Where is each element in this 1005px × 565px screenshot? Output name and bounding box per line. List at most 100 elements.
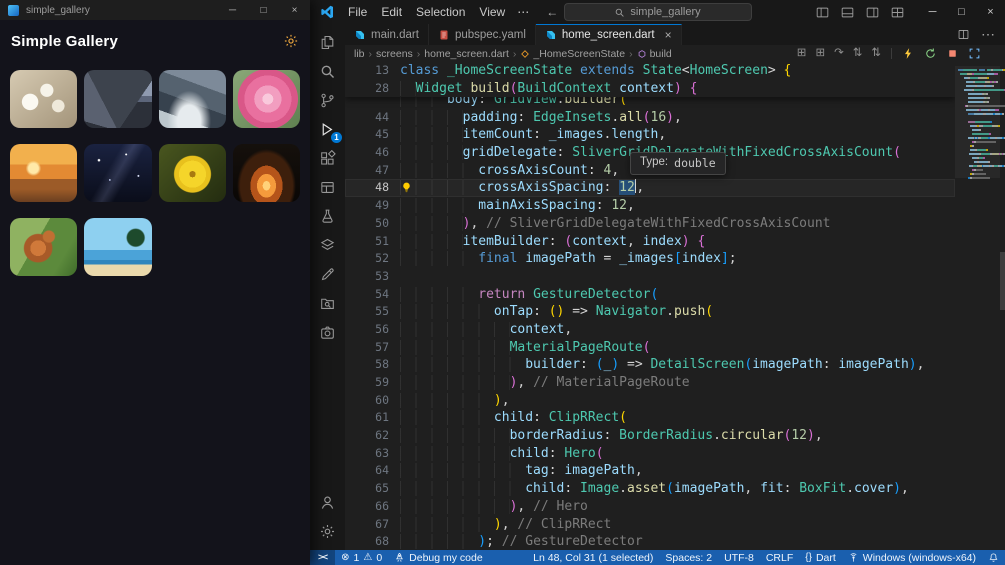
device-selector[interactable]: Windows (windows-x64) [842,550,982,565]
editor-action-icon[interactable]: ⊞ [797,47,807,60]
tab-pubspec.yaml[interactable]: pubspec.yaml [428,24,536,45]
editor-action-icon[interactable]: ⇅ [853,47,863,60]
gallery-image-palm-beach[interactable] [84,218,152,276]
nav-back-icon[interactable]: ← [546,5,558,19]
menu-selection[interactable]: Selection [409,2,472,22]
code-line[interactable]: 63 child: Hero( [345,445,955,463]
debug-task-button[interactable]: Debug my code [388,550,489,565]
gallery-image-campfire[interactable] [232,144,300,202]
activity-explorer[interactable] [310,28,345,57]
menu-overflow-button[interactable]: ⋯ [512,2,534,22]
language-status[interactable]: {} Dart [799,550,842,565]
gallery-image-road[interactable] [84,70,152,128]
tab-main.dart[interactable]: main.dart [345,24,429,45]
activity-extensions[interactable] [310,144,345,173]
breadcrumb-item-build[interactable]: build [637,48,672,60]
activity-table[interactable] [310,173,345,202]
code-line[interactable]: 28 Widget build(BuildContext context) { [345,80,955,98]
code-line[interactable]: 61 child: ClipRRect( [345,409,955,427]
code-line[interactable]: 65 child: Image.asset(imagePath, fit: Bo… [345,480,955,498]
code-line[interactable]: 64 tag: imagePath, [345,462,955,480]
app-minimize-button[interactable]: ─ [217,0,248,20]
scrollbar-thumb[interactable] [1000,252,1005,310]
eol-status[interactable]: CRLF [760,550,799,565]
hot-reload-icon[interactable] [902,47,915,60]
encoding-status[interactable]: UTF-8 [718,550,760,565]
menu-view[interactable]: View [472,2,512,22]
close-button[interactable]: × [976,0,1005,24]
code-line[interactable]: 51 itemBuilder: (context, index) { [345,233,955,251]
code-line[interactable]: 55 onTap: () => Navigator.push( [345,303,955,321]
code-line[interactable]: 58 builder: (_) => DetailScreen(imagePat… [345,356,955,374]
activity-account[interactable] [310,488,345,517]
app-close-button[interactable]: × [279,0,310,20]
toggle-panel-icon[interactable] [840,5,855,20]
code-line[interactable]: 66 ), // Hero [345,498,955,516]
activity-source-control[interactable] [310,86,345,115]
gallery-image-pink-rose[interactable] [232,70,300,128]
gallery-image-sunset-beach[interactable] [10,144,78,202]
breadcrumb-item-_HomeScreenState[interactable]: _HomeScreenState [520,48,625,60]
code-line[interactable]: 45 itemCount: _images.length, [345,126,955,144]
settings-gear-icon[interactable] [283,33,299,49]
code-line[interactable]: 52 final imagePath = _images[index]; [345,250,955,268]
problems-status[interactable]: ⊗ 1 ⚠ 0 [335,550,388,565]
editor-more-actions-icon[interactable]: ⋯ [981,26,995,42]
activity-folder-search[interactable] [310,289,345,318]
activity-edit[interactable] [310,260,345,289]
activity-testing[interactable] [310,202,345,231]
gallery-image-yellow-flower[interactable] [158,144,226,202]
code-line[interactable]: 67 ), // ClipRRect [345,516,955,534]
gallery-image-mountain-cliff[interactable] [158,70,226,128]
code-line[interactable]: 56 context, [345,321,955,339]
lightbulb-icon[interactable] [400,181,413,194]
code-line[interactable]: 62 borderRadius: BorderRadius.circular(1… [345,427,955,445]
activity-settings[interactable] [310,517,345,546]
close-tab-icon[interactable]: × [665,28,672,42]
gallery-image-starry-night[interactable] [84,144,152,202]
toggle-secondary-sidebar-icon[interactable] [865,5,880,20]
app-maximize-button[interactable]: □ [248,0,279,20]
maximize-button[interactable]: □ [947,0,976,24]
code-editor[interactable]: body: GridView.builder(44 padding: EdgeI… [345,62,955,550]
code-line[interactable]: 53 [345,268,955,286]
code-line[interactable]: 48 crossAxisSpacing: 12, [345,179,955,197]
activity-layers[interactable] [310,231,345,260]
minimap[interactable] [955,62,1005,550]
code-line[interactable]: 13 class _HomeScreenState extends State<H… [345,62,955,80]
detach-debug-icon[interactable] [968,47,981,60]
code-line[interactable]: 44 padding: EdgeInsets.all(16), [345,109,955,127]
tab-home_screen.dart[interactable]: home_screen.dart × [535,24,682,45]
code-line[interactable]: 59 ), // MaterialPageRoute [345,374,955,392]
cursor-position[interactable]: Ln 48, Col 31 (1 selected) [527,550,659,565]
notifications-button[interactable] [982,550,1005,565]
gallery-image-white-flowers[interactable] [10,70,78,128]
code-line[interactable]: 50 ), // SliverGridDelegateWithFixedCros… [345,215,955,233]
remote-indicator[interactable]: >< [310,550,336,565]
code-line[interactable]: 54 return GestureDetector( [345,286,955,304]
code-line[interactable]: 68 ); // GestureDetector [345,533,955,550]
breadcrumb-item-home_screen.dart[interactable]: home_screen.dart [424,48,509,60]
gallery-image-squirrel[interactable] [10,218,78,276]
hot-restart-icon[interactable] [924,47,937,60]
minimize-button[interactable]: ─ [918,0,947,24]
code-line[interactable]: 57 MaterialPageRoute( [345,339,955,357]
editor-action-icon[interactable]: ⊞ [815,47,825,60]
activity-search[interactable] [310,57,345,86]
split-editor-icon[interactable] [957,28,970,41]
indentation-status[interactable]: Spaces: 2 [659,550,718,565]
code-line[interactable]: 60 ), [345,392,955,410]
customize-layout-icon[interactable] [890,5,905,20]
menu-edit[interactable]: Edit [374,2,409,22]
stop-debug-icon[interactable] [946,47,959,60]
code-line[interactable]: 49 mainAxisSpacing: 12, [345,197,955,215]
breadcrumb-item-lib[interactable]: lib [354,48,365,60]
command-center-search[interactable]: simple_gallery [563,3,752,21]
activity-run-debug[interactable]: 1 [310,115,345,144]
editor-action-icon[interactable]: ⇅ [871,47,881,60]
activity-screenshot[interactable] [310,318,345,347]
editor-action-icon[interactable]: ↷ [834,47,844,60]
menu-file[interactable]: File [341,2,374,22]
toggle-sidebar-icon[interactable] [815,5,830,20]
breadcrumb-item-screens[interactable]: screens [376,48,413,60]
